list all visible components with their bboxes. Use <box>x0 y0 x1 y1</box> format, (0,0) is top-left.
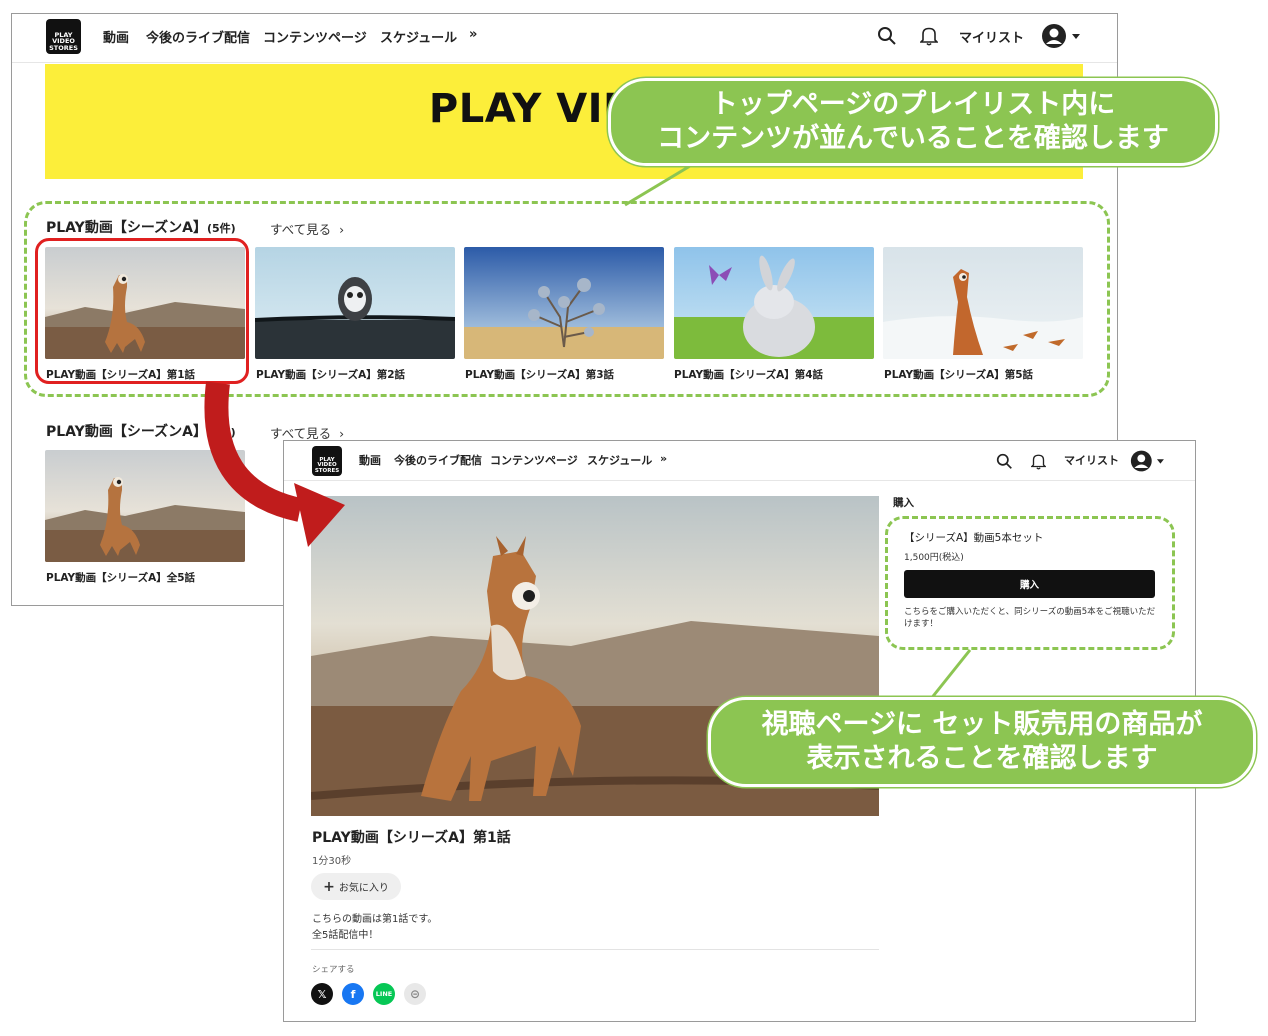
nav-upcoming-live[interactable]: 今後のライブ配信 <box>394 452 482 468</box>
nav-videos[interactable]: 動画 <box>103 27 129 46</box>
facebook-icon[interactable]: f <box>342 983 364 1005</box>
nav-more-chevron[interactable]: » <box>469 27 477 42</box>
video-description: こちらの動画は第1話です。 全5話配信中！ <box>312 912 437 944</box>
line-icon[interactable]: LINE <box>373 983 395 1005</box>
description-line: 全5話配信中！ <box>312 930 379 941</box>
site-logo[interactable]: PLAY VIDEO STORES <box>46 19 81 54</box>
callout-top: トップページのプレイリスト内に コンテンツが並んでいることを確認します <box>608 78 1218 166</box>
first-episode-highlight <box>35 238 249 384</box>
mylist-link[interactable]: マイリスト <box>1064 452 1119 468</box>
bell-icon[interactable] <box>1028 451 1048 471</box>
logo-line: STORES <box>49 43 78 52</box>
callout-line: 表示されることを確認します <box>806 743 1158 774</box>
transition-arrow <box>204 381 345 547</box>
video-title: PLAY動画【シリーズA】第1話 <box>312 830 511 846</box>
purchase-highlight-box <box>885 516 1175 650</box>
callout-bottom: 視聴ページに セット販売用の商品が 表示されることを確認します <box>708 697 1256 787</box>
nav-schedule[interactable]: スケジュール <box>587 452 652 468</box>
callout-connector-top <box>624 161 696 207</box>
description-line: こちらの動画は第1話です。 <box>312 914 438 925</box>
nav-upcoming-live[interactable]: 今後のライブ配信 <box>146 27 250 46</box>
callout-line: トップページのプレイリスト内に <box>710 89 1116 120</box>
share-icons: 𝕏 f LINE ⊝ <box>311 983 426 1005</box>
x-icon[interactable]: 𝕏 <box>311 983 333 1005</box>
bell-icon[interactable] <box>918 25 940 47</box>
search-icon[interactable] <box>994 451 1014 471</box>
playlist-name: PLAY動画【シーズンA】 <box>46 424 207 440</box>
account-menu[interactable] <box>1130 449 1170 473</box>
avatar-icon <box>1042 24 1080 48</box>
favorite-button[interactable]: + お気に入り <box>311 873 401 900</box>
plus-icon: + <box>323 878 335 895</box>
purchase-heading: 購入 <box>893 497 914 509</box>
nav-more-chevron[interactable]: » <box>660 452 667 465</box>
nav-schedule[interactable]: スケジュール <box>380 27 457 46</box>
callout-line: 視聴ページに セット販売用の商品が <box>761 709 1203 740</box>
mylist-link[interactable]: マイリスト <box>959 27 1024 46</box>
divider <box>311 949 879 950</box>
link-icon[interactable]: ⊝ <box>404 983 426 1005</box>
callout-line: コンテンツが並んでいることを確認します <box>657 123 1169 154</box>
search-icon[interactable] <box>876 25 898 47</box>
avatar-icon <box>1130 450 1164 472</box>
site-header: PLAY VIDEO STORES 動画 今後のライブ配信 コンテンツページ ス… <box>12 14 1117 63</box>
site-header: PLAY VIDEO STORES 動画 今後のライブ配信 コンテンツページ ス… <box>284 441 1195 481</box>
nav-content-page[interactable]: コンテンツページ <box>263 27 367 46</box>
callout-connector-bottom <box>928 649 972 701</box>
nav-content-page[interactable]: コンテンツページ <box>490 452 578 468</box>
video-duration: 1分30秒 <box>312 856 352 867</box>
video-title-set[interactable]: PLAY動画【シリーズA】全5話 <box>46 570 195 585</box>
favorite-label: お気に入り <box>338 883 389 894</box>
account-menu[interactable] <box>1041 23 1087 49</box>
share-label: シェアする <box>312 965 355 975</box>
